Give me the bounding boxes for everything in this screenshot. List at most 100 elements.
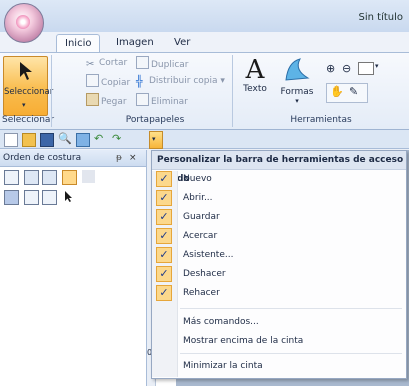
zoom-in-icon[interactable]: ⊕ xyxy=(326,62,335,75)
menu-item-label: Asistente... xyxy=(183,250,234,260)
redo-icon[interactable]: ↷ xyxy=(112,133,124,145)
zoom-tools: ⊕ ⊖ ▾ xyxy=(320,60,400,78)
menu-item-label: Abrir... xyxy=(183,193,213,203)
check-icon: ✓ xyxy=(156,228,172,244)
text-a-icon: A xyxy=(245,55,265,85)
duplicar-button[interactable]: Duplicar xyxy=(136,56,189,71)
menu-item-label: Mostrar encima de la cinta xyxy=(183,336,304,346)
cortar-button[interactable]: ✂ Cortar xyxy=(86,56,127,71)
menu-item-asistente[interactable]: ✓ Asistente... xyxy=(152,246,406,265)
pin-icon[interactable]: ᵽ xyxy=(116,150,122,166)
seleccionar-label: Seleccionar xyxy=(4,87,54,97)
panel-toolbar xyxy=(2,168,146,208)
menu-item-label: Nuevo xyxy=(183,174,212,184)
menu-item-label: Acercar xyxy=(183,231,218,241)
chevron-down-icon: ▾ xyxy=(152,135,156,143)
formas-button[interactable]: Formas ▾ xyxy=(280,56,314,106)
hand-icon[interactable]: ✋ xyxy=(330,85,344,98)
menu-item-deshacer[interactable]: ✓ Deshacer xyxy=(152,265,406,284)
flower-logo-icon xyxy=(16,15,30,29)
undo-icon[interactable]: ↶ xyxy=(94,133,106,145)
chevron-down-icon: ▾ xyxy=(295,97,299,105)
check-icon: ✓ xyxy=(156,285,172,301)
quick-access-toolbar: 🔍 ↶ ↷ xyxy=(0,130,409,149)
copy-icon xyxy=(86,74,99,87)
tab-ver[interactable]: Ver xyxy=(166,34,198,52)
color-icon[interactable] xyxy=(82,170,95,183)
save-icon[interactable] xyxy=(40,133,54,147)
chevron-down-icon[interactable]: ▾ xyxy=(375,62,379,70)
check-icon: ✓ xyxy=(156,247,172,263)
copiar-label: Copiar xyxy=(101,78,131,88)
copiar-button[interactable]: Copiar xyxy=(86,74,130,89)
open-folder-icon[interactable] xyxy=(22,133,36,147)
menu-item-nuevo[interactable]: ✓ Nuevo xyxy=(152,170,406,189)
window-title: Sin título xyxy=(358,12,404,23)
zoom-box-icon[interactable] xyxy=(358,62,374,75)
menu-item-label: Deshacer xyxy=(183,269,226,279)
distribuir-copia-label: Distribuir copia xyxy=(149,76,218,86)
chevron-down-icon: ▾ xyxy=(220,76,225,86)
cortar-label: Cortar xyxy=(99,58,128,68)
group-label-seleccionar: Seleccionar xyxy=(2,115,55,125)
ribbon-divider xyxy=(51,55,52,127)
title-bar xyxy=(0,0,409,32)
group-icon[interactable] xyxy=(4,190,19,205)
application-button[interactable] xyxy=(4,3,44,43)
check-icon: ✓ xyxy=(156,266,172,282)
chevron-down-icon: ▾ xyxy=(22,101,26,109)
distribuir-copia-button[interactable]: ╬ Distribuir copia ▾ xyxy=(136,74,225,89)
menu-item-label: Rehacer xyxy=(183,288,220,298)
new-file-icon[interactable] xyxy=(4,133,18,147)
merge-icon[interactable] xyxy=(42,190,57,205)
scissors-icon: ✂ xyxy=(86,59,95,70)
duplicate-icon xyxy=(136,56,149,69)
distribute-icon: ╬ xyxy=(136,75,143,88)
texto-label: Texto xyxy=(243,84,267,94)
group-label-portapapeles: Portapapeles xyxy=(125,115,185,125)
formas-label: Formas xyxy=(280,87,314,97)
seleccionar-button[interactable]: Seleccionar ▾ xyxy=(3,56,54,116)
menu-separator xyxy=(180,308,402,309)
panel-title: Orden de costura xyxy=(3,153,82,163)
tab-inicio[interactable]: Inicio xyxy=(56,34,101,53)
select-all-icon[interactable] xyxy=(4,170,19,185)
menu-item-abrir[interactable]: ✓ Abrir... xyxy=(152,189,406,208)
menu-item-guardar[interactable]: ✓ Guardar xyxy=(152,208,406,227)
menu-item-minimizar-cinta[interactable]: Minimizar la cinta xyxy=(152,357,406,376)
customize-toolbar-dropdown-button[interactable]: ▾ xyxy=(149,131,163,149)
pegar-button[interactable]: Pegar xyxy=(86,93,127,108)
move-last-icon[interactable] xyxy=(42,170,57,185)
split-icon[interactable] xyxy=(24,190,39,205)
texto-button[interactable]: A Texto xyxy=(240,56,270,106)
pan-draw-tools: ✋ ✎ xyxy=(326,83,368,103)
check-icon: ✓ xyxy=(156,209,172,225)
menu-item-mas-comandos[interactable]: Más comandos... xyxy=(152,313,406,332)
delete-icon xyxy=(136,93,149,106)
paste-icon xyxy=(86,93,99,106)
customize-quick-access-menu: Personalizar la barra de herramientas de… xyxy=(151,150,407,379)
menu-item-label: Más comandos... xyxy=(183,317,259,327)
duplicar-label: Duplicar xyxy=(151,60,189,70)
menu-item-mostrar-encima[interactable]: Mostrar encima de la cinta xyxy=(152,332,406,351)
check-icon: ✓ xyxy=(156,190,172,206)
menu-item-label: Minimizar la cinta xyxy=(183,361,263,371)
check-icon: ✓ xyxy=(156,171,172,187)
cursor-arrow-icon xyxy=(20,62,32,80)
pencil-icon[interactable]: ✎ xyxy=(349,85,358,98)
shapes-icon xyxy=(285,58,310,81)
zoom-out-icon[interactable]: ⊖ xyxy=(342,62,351,75)
close-icon[interactable]: × xyxy=(129,150,137,166)
menu-item-rehacer[interactable]: ✓ Rehacer xyxy=(152,284,406,303)
group-label-herramientas: Herramientas xyxy=(290,115,352,125)
cursor-arrow-icon[interactable] xyxy=(62,190,75,203)
menu-separator xyxy=(180,353,402,354)
wizard-icon[interactable] xyxy=(76,133,90,147)
move-first-icon[interactable] xyxy=(24,170,39,185)
active-order-icon[interactable] xyxy=(62,170,77,185)
eliminar-button[interactable]: Eliminar xyxy=(136,93,188,108)
tab-imagen[interactable]: Imagen xyxy=(108,34,162,52)
pegar-label: Pegar xyxy=(101,97,127,107)
menu-item-acercar[interactable]: ✓ Acercar xyxy=(152,227,406,246)
zoom-icon[interactable]: 🔍 xyxy=(58,133,72,145)
